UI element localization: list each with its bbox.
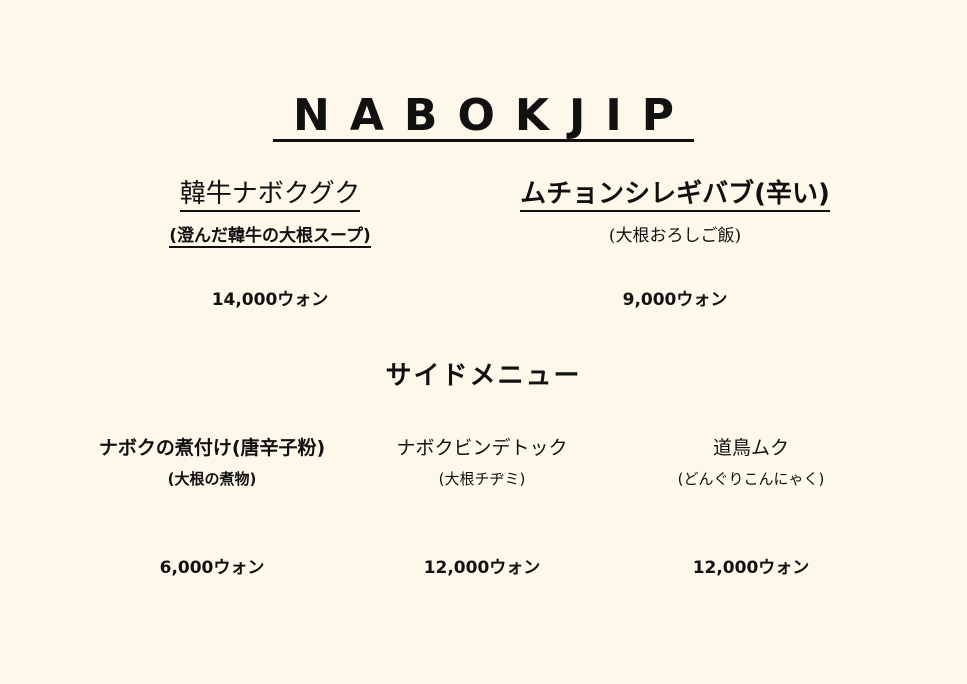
side-item-2-desc: (大根チヂミ) <box>438 470 526 488</box>
brand-title: NABOKJIP <box>0 88 967 144</box>
main-item-2-price: 9,000ウォン <box>622 290 728 310</box>
side-item-3-name: 道鳥ムク <box>712 437 789 459</box>
main-item-1-name: 韓牛ナボクグク <box>120 176 420 212</box>
brand-title-text: NABOKJIP <box>273 93 694 142</box>
main-item-1-price: 14,000ウォン <box>211 290 329 310</box>
main-item-2-desc: (大根おろしご飯) <box>608 226 742 246</box>
main-item-1-desc: (澄んだ韓牛の大根スープ) <box>169 226 371 248</box>
side-item-1-desc: (大根の煮物) <box>167 470 257 488</box>
side-item-1-name: ナボクの煮付け(唐辛子粉) <box>98 437 326 459</box>
side-item-3-price: 12,000ウォン <box>692 558 810 578</box>
side-menu-title: サイドメニュー <box>385 361 582 391</box>
side-item-3-desc: (どんぐりこんにゃく) <box>677 470 825 488</box>
side-item-2-price: 12,000ウォン <box>423 558 541 578</box>
side-item-1-price: 6,000ウォン <box>159 558 265 578</box>
side-item-2-name: ナボクビンデトック <box>396 437 568 459</box>
main-item-2-name: ムチョンシレギバブ(辛い) <box>475 176 875 212</box>
